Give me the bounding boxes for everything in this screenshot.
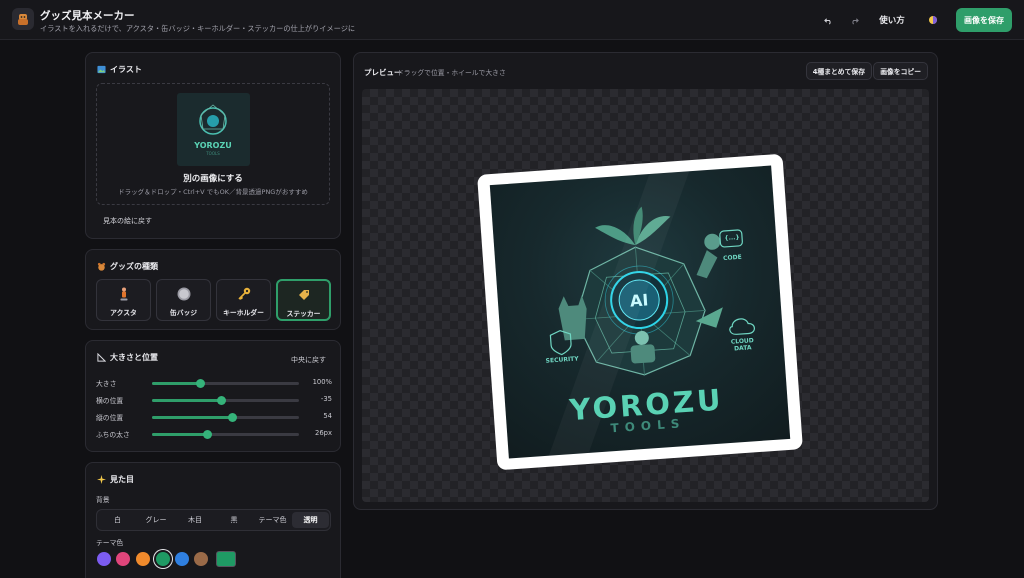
copy-image-button[interactable]: 画像をコピー xyxy=(873,62,928,80)
redo-icon xyxy=(851,17,859,24)
ruler-icon xyxy=(97,353,106,362)
border-width-slider-row: ふちの太さ 26px xyxy=(96,428,332,440)
swatch-blue[interactable] xyxy=(175,552,189,566)
appearance-panel: 見た目 背景 白 グレー 木目 黒 テーマ色 透明 テーマ色 xyxy=(85,462,341,578)
size-position-panel: 大きさと位置 中央に戻す 大きさ 100% 横の位置 -35 縦の位置 54 ふ… xyxy=(85,340,341,452)
image-icon xyxy=(97,65,106,74)
border-width-slider-handle[interactable] xyxy=(203,430,213,439)
size-slider-handle[interactable] xyxy=(196,379,205,388)
swatch-pink[interactable] xyxy=(116,552,130,566)
illustration-title: イラスト xyxy=(110,65,142,74)
vertical-slider-handle[interactable] xyxy=(228,413,238,422)
change-image-label: 別の画像にする xyxy=(183,174,243,184)
reset-sample-button[interactable]: 見本の絵に戻す xyxy=(103,216,152,226)
undo-button[interactable] xyxy=(820,11,836,29)
save-all-button[interactable]: 4種まとめて保存 xyxy=(805,62,872,80)
swatch-green[interactable] xyxy=(156,552,170,566)
background-option-transparent[interactable]: 透明 xyxy=(292,512,329,528)
type-keychain[interactable]: キーホルダー xyxy=(216,279,271,321)
swatch-orange[interactable] xyxy=(136,552,150,566)
horizontal-slider-row: 横の位置 -35 xyxy=(96,394,332,406)
type-sticker[interactable]: ステッカー xyxy=(276,279,331,321)
vertical-position-value: 54 xyxy=(323,412,332,420)
svg-text:TOOLS: TOOLS xyxy=(205,151,220,156)
type-sticker-label: ステッカー xyxy=(286,310,321,318)
type-keychain-label: キーホルダー xyxy=(223,309,264,317)
acrylic-stand-icon xyxy=(120,287,127,301)
redo-button[interactable] xyxy=(846,11,862,29)
theme-toggle-icon xyxy=(929,16,937,24)
can-badge-icon xyxy=(177,287,190,301)
border-width-value: 26px xyxy=(315,429,332,437)
illustration-panel: イラスト YOROZU TOOLS 別の画像にする ドラッグ＆ドロップ・Ctrl… xyxy=(85,52,341,239)
help-button[interactable]: 使い方 xyxy=(872,11,912,29)
preview-canvas[interactable]: AI {...} CODE SECURITY CLOUD DATA YOROZU… xyxy=(362,89,929,502)
save-image-button[interactable]: 画像を保存 xyxy=(956,8,1012,32)
type-can-badge[interactable]: 缶バッジ xyxy=(156,279,211,321)
vertical-position-slider[interactable] xyxy=(152,413,299,422)
background-option-white[interactable]: 白 xyxy=(99,512,136,528)
theme-color-label: テーマ色 xyxy=(96,539,124,547)
dropzone-hint: ドラッグ＆ドロップ・Ctrl+V でもOK／背景透過PNGがおすすめ xyxy=(118,188,308,196)
background-selector: 白 グレー 木目 黒 テーマ色 透明 xyxy=(96,509,331,531)
preview-hint: ドラッグで位置・ホイールで大きさ xyxy=(397,69,506,77)
app-header: グッズ見本メーカー イラストを入れるだけで、アクスタ・缶バッジ・キーホルダー・ス… xyxy=(0,0,1024,40)
horizontal-position-label: 横の位置 xyxy=(96,397,124,405)
border-width-slider[interactable] xyxy=(152,430,299,439)
sparkle-icon xyxy=(97,475,106,484)
image-dropzone[interactable]: YOROZU TOOLS 別の画像にする ドラッグ＆ドロップ・Ctrl+V でも… xyxy=(96,83,330,205)
size-position-title: 大きさと位置 xyxy=(110,353,158,362)
border-width-label: ふちの太さ xyxy=(96,431,130,439)
type-acrylic-stand[interactable]: アクスタ xyxy=(96,279,151,321)
center-reset-button[interactable]: 中央に戻す xyxy=(291,355,326,365)
preview-panel: プレビュー ドラッグで位置・ホイールで大きさ 4種まとめて保存 画像をコピー A… xyxy=(353,52,938,510)
background-option-wood[interactable]: 木目 xyxy=(176,512,214,528)
sticker-mockup[interactable]: AI {...} CODE SECURITY CLOUD DATA YOROZU… xyxy=(477,153,803,471)
background-option-theme[interactable]: テーマ色 xyxy=(254,512,291,528)
theme-toggle-button[interactable] xyxy=(924,11,942,29)
app-title: グッズ見本メーカー xyxy=(40,10,135,22)
bear-icon xyxy=(97,262,106,271)
svg-text:YOROZU: YOROZU xyxy=(193,141,232,150)
appearance-title: 見た目 xyxy=(110,475,134,484)
goods-type-panel: グッズの種類 アクスタ 缶バッジ キーホルダー ステッカー xyxy=(85,249,341,330)
size-slider-row: 大きさ 100% xyxy=(96,377,332,389)
background-option-gray[interactable]: グレー xyxy=(137,512,175,528)
sticker-icon xyxy=(298,290,309,300)
sticker-artwork: AI {...} CODE SECURITY CLOUD DATA YOROZU… xyxy=(489,165,791,459)
type-can-badge-label: 缶バッジ xyxy=(169,309,198,317)
custom-color-picker[interactable] xyxy=(216,551,236,567)
illustration-thumbnail: YOROZU TOOLS xyxy=(177,93,250,166)
vertical-position-label: 縦の位置 xyxy=(96,414,124,422)
swatch-brown[interactable] xyxy=(194,552,208,566)
goods-type-title: グッズの種類 xyxy=(110,262,158,271)
size-label: 大きさ xyxy=(96,380,117,388)
code-braces-label: {...} xyxy=(724,233,740,242)
vertical-slider-row: 縦の位置 54 xyxy=(96,411,332,423)
keychain-icon xyxy=(237,287,250,300)
swatch-purple[interactable] xyxy=(97,552,111,566)
horizontal-slider-handle[interactable] xyxy=(216,396,226,405)
type-acrylic-stand-label: アクスタ xyxy=(110,309,137,317)
horizontal-position-value: -35 xyxy=(320,395,332,403)
size-slider[interactable] xyxy=(152,379,299,388)
horizontal-position-slider[interactable] xyxy=(152,396,299,405)
undo-icon xyxy=(823,17,831,24)
cloud-data-label: CLOUD DATA xyxy=(730,337,755,353)
background-label: 背景 xyxy=(96,496,110,504)
preview-title: プレビュー xyxy=(364,68,402,77)
background-option-black[interactable]: 黒 xyxy=(215,512,253,528)
size-value: 100% xyxy=(312,378,332,386)
app-subtitle: イラストを入れるだけで、アクスタ・缶バッジ・キーホルダー・ステッカーの仕上がりイ… xyxy=(40,24,356,33)
app-logo-icon xyxy=(12,8,34,30)
